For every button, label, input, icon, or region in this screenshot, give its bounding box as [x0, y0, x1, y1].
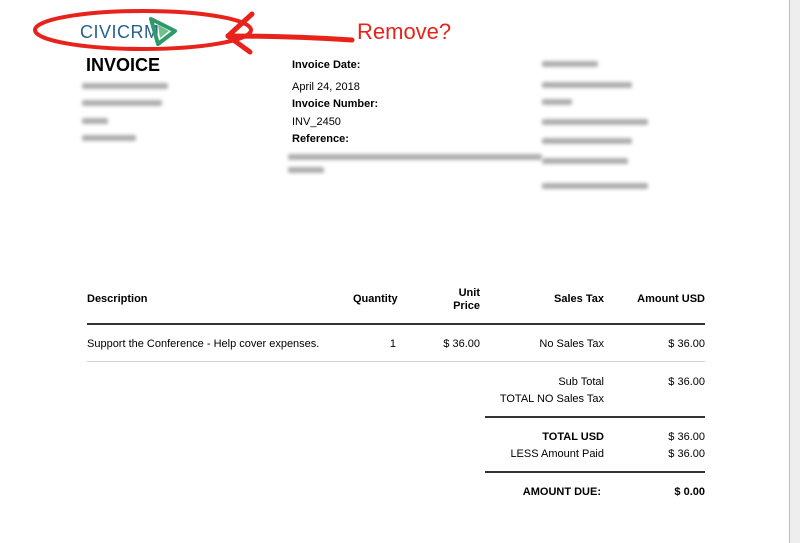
- less-paid-label: LESS Amount Paid: [510, 448, 604, 460]
- col-header-unit-price-line1: Unit: [458, 287, 480, 299]
- invoice-title: INVOICE: [86, 55, 161, 75]
- row-quantity: 1: [389, 338, 396, 350]
- annotation-arrow: [225, 33, 355, 43]
- col-header-unit-price-line2: Price: [453, 300, 480, 312]
- col-header-sales-tax: Sales Tax: [554, 293, 604, 305]
- col-header-description: Description: [87, 293, 148, 305]
- sub-total-label: Sub Total: [558, 376, 604, 388]
- col-header-quantity: Quantity: [353, 293, 398, 305]
- table-row-divider: [87, 361, 705, 362]
- reference-label: Reference:: [292, 133, 349, 145]
- sub-total-value: $ 36.00: [668, 376, 705, 388]
- amount-due-divider: [485, 471, 705, 473]
- annotation-text: Remove?: [357, 19, 452, 44]
- less-paid-value: $ 36.00: [668, 448, 705, 460]
- total-usd-value: $ 36.00: [668, 431, 705, 443]
- redacted-reference: [288, 154, 542, 160]
- totals-divider: [485, 416, 705, 418]
- redacted-org-line: [542, 138, 632, 144]
- table-header-divider: [87, 323, 705, 325]
- redacted-contact-line: [82, 100, 162, 106]
- redacted-org-line: [542, 99, 572, 105]
- amount-due-value: $ 0.00: [674, 486, 705, 498]
- row-amount: $ 36.00: [668, 338, 705, 350]
- invoice-number-label: Invoice Number:: [292, 98, 379, 110]
- redacted-contact-line: [82, 135, 136, 141]
- redacted-org-line: [542, 158, 628, 164]
- total-usd-label: TOTAL USD: [542, 431, 604, 443]
- invoice-date-value: April 24, 2018: [292, 81, 360, 93]
- redacted-reference: [288, 167, 324, 173]
- redacted-org-line: [542, 61, 598, 67]
- invoice-number-value: INV_2450: [292, 116, 341, 128]
- redacted-org-line: [542, 82, 632, 88]
- amount-due-label: AMOUNT DUE:: [522, 486, 601, 498]
- col-header-amount: Amount USD: [637, 293, 705, 305]
- annotation-ellipse: [33, 9, 253, 51]
- viewer-right-edge: [789, 0, 800, 543]
- redacted-org-line: [542, 119, 648, 125]
- redacted-contact-line: [82, 118, 108, 124]
- total-no-tax-label: TOTAL NO Sales Tax: [499, 393, 604, 405]
- row-unit-price: $ 36.00: [443, 338, 480, 350]
- row-description: Support the Conference - Help cover expe…: [87, 338, 320, 350]
- redacted-org-line: [542, 183, 648, 189]
- invoice-date-label: Invoice Date:: [292, 59, 361, 71]
- redacted-contact-line: [82, 83, 168, 89]
- row-sales-tax: No Sales Tax: [539, 338, 604, 350]
